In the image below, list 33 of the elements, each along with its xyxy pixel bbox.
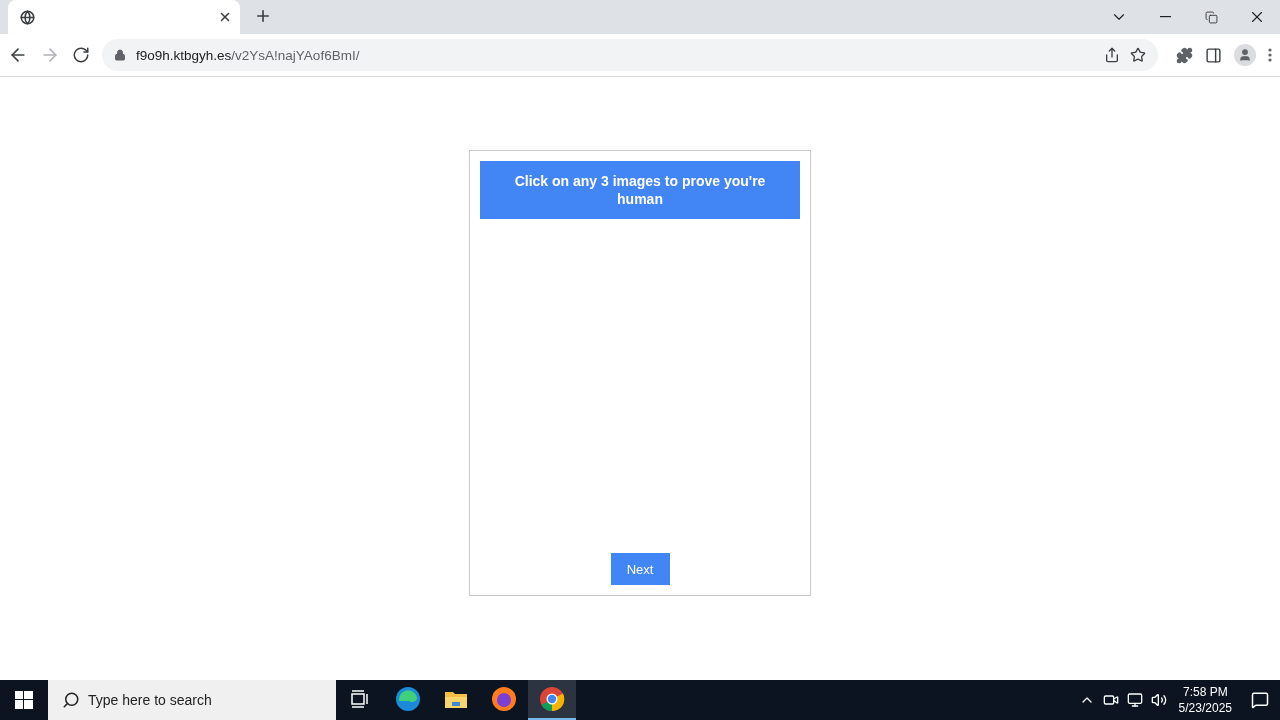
globe-icon <box>20 9 35 25</box>
captcha-heading: Click on any 3 images to prove you're human <box>480 161 800 219</box>
side-panel-button[interactable] <box>1205 46 1222 64</box>
taskbar-app-button[interactable] <box>528 680 576 720</box>
folder-icon <box>444 689 468 709</box>
search-icon <box>62 691 80 709</box>
task-view-icon <box>350 690 370 708</box>
reload-button[interactable] <box>72 46 90 64</box>
edge-browser-icon <box>395 686 421 712</box>
profile-button[interactable] <box>1234 44 1256 66</box>
volume-icon[interactable] <box>1150 692 1167 708</box>
person-icon <box>1238 48 1252 62</box>
url-text: f9o9h.ktbgyh.es/v2YsA!najYAof6BmI/ <box>136 47 360 63</box>
restore-icon <box>1204 10 1218 24</box>
menu-icon <box>1268 48 1272 62</box>
firefox-icon <box>491 686 517 712</box>
minimize-icon <box>1159 16 1171 18</box>
new-tab-button[interactable] <box>254 7 272 25</box>
next-button[interactable]: Next <box>610 553 670 585</box>
network-icon[interactable] <box>1126 692 1143 708</box>
share-button[interactable] <box>1104 47 1120 63</box>
taskbar-search-field[interactable]: Type here to search <box>48 680 336 720</box>
bookmark-star-button[interactable] <box>1130 47 1146 63</box>
close-tab-button[interactable] <box>218 10 232 24</box>
windows-logo-icon <box>15 691 33 709</box>
menu-button[interactable] <box>1268 48 1272 62</box>
address-bar[interactable]: f9o9h.ktbgyh.es/v2YsA!najYAof6BmI/ <box>102 39 1158 71</box>
clock-date: 5/23/2025 <box>1178 700 1232 716</box>
extensions-button[interactable] <box>1176 46 1193 64</box>
clock-time: 7:58 PM <box>1182 684 1228 700</box>
chrome-icon <box>539 686 565 712</box>
camera-icon[interactable] <box>1102 692 1119 708</box>
lock-icon <box>114 49 126 61</box>
